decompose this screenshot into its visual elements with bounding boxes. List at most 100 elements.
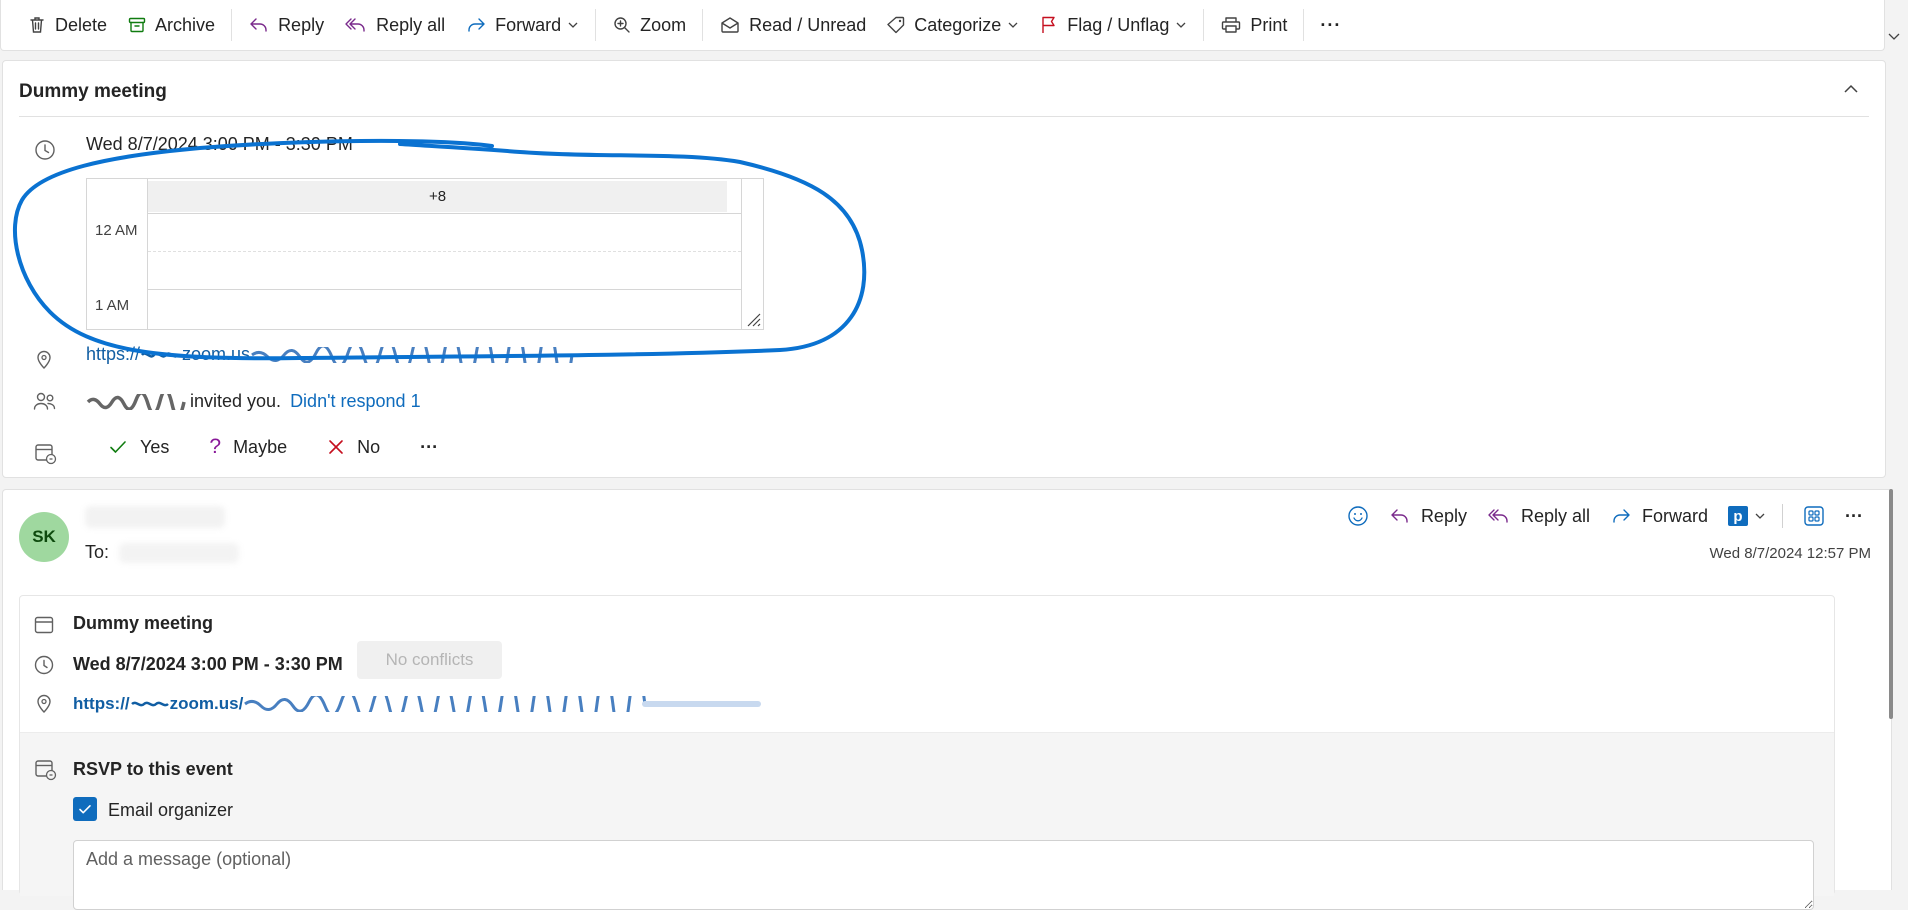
reply-all-button[interactable]: Reply all — [334, 5, 455, 45]
meeting-link[interactable]: https:// zoom.us/ — [73, 694, 763, 714]
chevron-down-icon[interactable] — [1175, 19, 1187, 31]
archive-label: Archive — [155, 14, 216, 35]
reply-button[interactable]: Reply — [1389, 506, 1467, 527]
forward-label: Forward — [495, 14, 562, 35]
forward-button[interactable]: Forward — [1610, 506, 1708, 527]
reply-all-icon — [1487, 506, 1511, 526]
rsvp-more-button[interactable]: ··· — [420, 437, 438, 458]
redacted-text — [130, 701, 169, 707]
chevron-up-icon[interactable] — [1841, 79, 1861, 99]
conflicts-badge: No conflicts — [357, 641, 502, 679]
reply-icon — [248, 15, 270, 35]
reply-label: Reply — [1420, 505, 1467, 526]
toolbar-divider — [702, 9, 704, 41]
accept-button[interactable]: Yes — [108, 437, 169, 458]
location-pin-icon — [33, 349, 55, 371]
avatar[interactable]: SK — [19, 512, 69, 562]
archive-icon — [127, 15, 147, 35]
event-title: Dummy meeting — [73, 613, 214, 633]
hour-line — [148, 289, 741, 290]
reply-all-label: Reply all — [1520, 505, 1590, 526]
forward-icon — [1610, 506, 1632, 526]
chevron-down-icon[interactable] — [567, 19, 579, 31]
message-timestamp: Wed 8/7/2024 12:57 PM — [1709, 545, 1872, 562]
day-calendar-preview[interactable]: +8 12 AM 1 AM — [86, 178, 764, 330]
checkmark-icon — [79, 805, 91, 814]
reply-label: Reply — [278, 14, 325, 35]
rsvp-buttons: Yes ? Maybe No ··· — [108, 435, 478, 459]
resize-handle-icon[interactable] — [743, 309, 761, 327]
calendar-icon — [33, 614, 55, 636]
addin-dropdown-button[interactable]: p — [1728, 506, 1766, 526]
tentative-button[interactable]: ? Maybe — [209, 435, 287, 459]
chevron-down-icon[interactable] — [1886, 28, 1902, 44]
email-organizer-label: Email organizer — [108, 800, 234, 820]
categorize-button[interactable]: Categorize — [876, 5, 1029, 45]
tentative-label: Maybe — [233, 436, 288, 457]
scrollbar[interactable] — [1889, 489, 1893, 719]
apps-icon — [1804, 506, 1824, 526]
clock-icon — [33, 138, 57, 162]
printer-icon — [1220, 15, 1242, 35]
people-icon — [33, 391, 57, 413]
more-actions-button[interactable]: ··· — [1310, 5, 1351, 45]
delete-label: Delete — [55, 14, 108, 35]
response-status-link[interactable]: Didn't respond 1 — [290, 391, 421, 412]
zoom-button[interactable]: Zoom — [602, 5, 696, 45]
calendar-rsvp-icon — [33, 441, 57, 465]
emoji-reaction-button[interactable] — [1347, 505, 1369, 527]
tag-icon — [886, 15, 906, 35]
more-events-indicator[interactable]: +8 — [148, 181, 727, 212]
rsvp-message-input[interactable] — [73, 840, 1814, 910]
redacted-text — [251, 347, 574, 364]
archive-button[interactable]: Archive — [117, 5, 225, 45]
flag-unflag-button[interactable]: Flag / Unflag — [1029, 5, 1197, 45]
trash-icon — [27, 15, 47, 35]
reply-all-button[interactable]: Reply all — [1487, 506, 1590, 527]
more-actions-button[interactable]: ··· — [1845, 506, 1863, 527]
toolbar-divider — [231, 9, 233, 41]
toolbar-divider — [595, 9, 597, 41]
event-time: Wed 8/7/2024 3:00 PM - 3:30 PM — [73, 654, 343, 674]
chevron-down-icon — [1755, 513, 1765, 519]
question-mark-icon: ? — [209, 435, 222, 458]
hour-line — [148, 213, 741, 214]
reply-button[interactable]: Reply — [238, 5, 334, 45]
read-unread-button[interactable]: Read / Unread — [709, 5, 876, 45]
reply-icon — [1389, 506, 1411, 526]
to-label: To: — [85, 542, 110, 562]
event-datetime: Wed 8/7/2024 3:00 PM - 3:30 PM — [86, 134, 353, 154]
chevron-down-icon[interactable] — [1007, 19, 1019, 31]
zoom-in-icon — [612, 15, 632, 35]
decline-button[interactable]: No — [327, 437, 380, 458]
apps-button[interactable] — [1803, 505, 1825, 527]
toolbar-divider — [1303, 9, 1305, 41]
recipients-line: To: — [85, 542, 240, 563]
toolbar-divider — [1782, 504, 1784, 528]
forward-label: Forward — [1642, 505, 1709, 526]
email-organizer-checkbox[interactable] — [73, 797, 97, 821]
meeting-link-domain: zoom.us/ — [169, 694, 244, 713]
event-title: Dummy meeting — [19, 81, 167, 102]
meeting-link-prefix: https:// — [86, 344, 141, 364]
redacted-text — [244, 696, 762, 712]
print-button[interactable]: Print — [1210, 5, 1297, 45]
delete-button[interactable]: Delete — [17, 5, 117, 45]
meeting-link[interactable]: https:// zoom.us — [86, 344, 580, 365]
redacted-organizer-name — [86, 393, 186, 410]
half-hour-line — [148, 251, 741, 252]
toolbar-divider — [1203, 9, 1205, 41]
read-unread-label: Read / Unread — [749, 14, 867, 35]
hour-label: 1 AM — [95, 297, 130, 314]
redacted-recipients — [119, 542, 240, 563]
meeting-link-domain: zoom.us — [182, 344, 251, 364]
command-toolbar: Delete Archive Reply Reply all Forward Z… — [0, 0, 1885, 51]
redacted-text — [141, 352, 180, 358]
reply-all-label: Reply all — [376, 14, 446, 35]
zoom-label: Zoom — [640, 14, 687, 35]
more-icon: ··· — [1320, 14, 1342, 35]
invite-text: invited you. — [190, 391, 282, 411]
event-card: Dummy meeting Wed 8/7/2024 3:00 PM - 3:3… — [2, 60, 1886, 478]
forward-button[interactable]: Forward — [455, 5, 589, 45]
message-actions: Reply Reply all Forward p ··· — [1327, 504, 1863, 528]
